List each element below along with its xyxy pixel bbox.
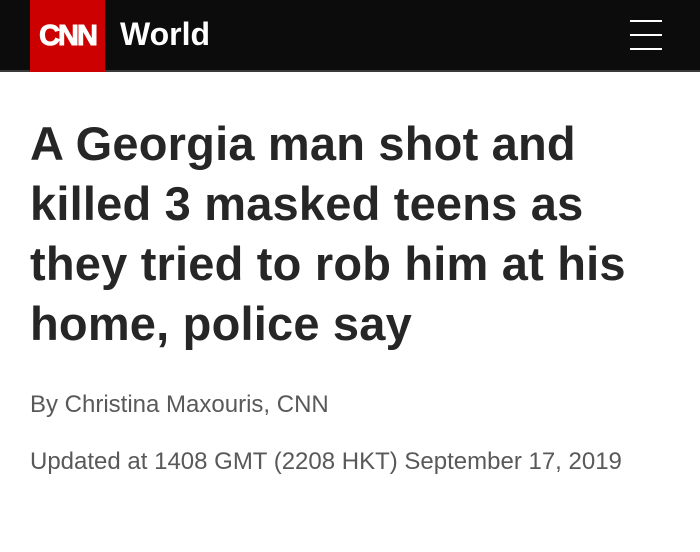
hamburger-menu-icon[interactable] <box>622 14 670 56</box>
article-headline: A Georgia man shot and killed 3 masked t… <box>30 117 626 350</box>
menu-line <box>630 20 662 22</box>
article-byline: By Christina Maxouris, CNN <box>30 391 329 418</box>
section-link-world[interactable]: World <box>120 14 210 54</box>
article-updated-timestamp: Updated at 1408 GMT (2208 HKT) September… <box>30 448 622 475</box>
cnn-logo[interactable]: CNN <box>30 0 105 72</box>
menu-line <box>630 48 662 50</box>
menu-line <box>630 34 662 36</box>
top-navigation-bar: CNN World <box>0 0 700 72</box>
cnn-logo-text: CNN <box>39 19 99 52</box>
